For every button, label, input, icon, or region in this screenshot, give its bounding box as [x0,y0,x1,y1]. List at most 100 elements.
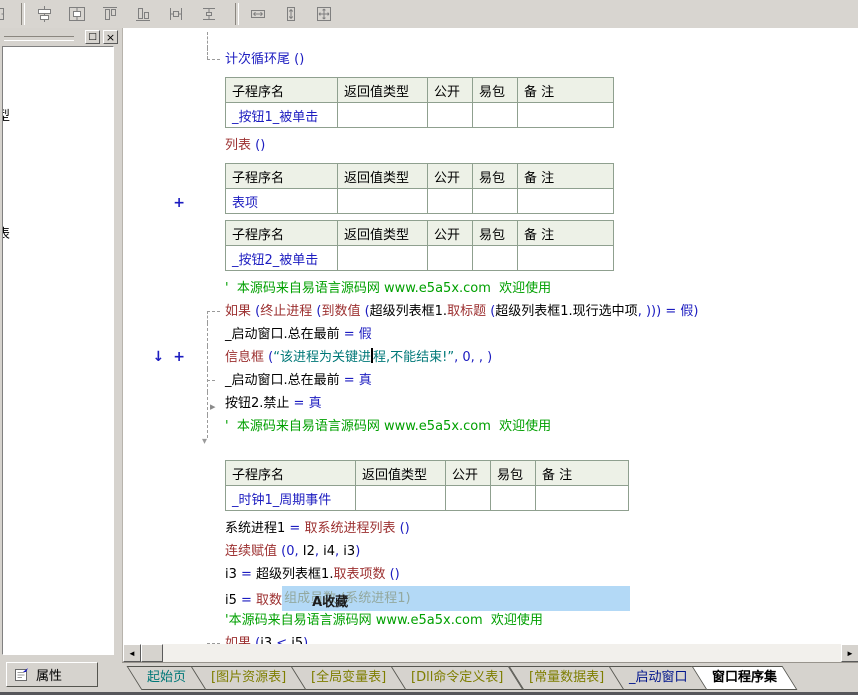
code-text: '本源码来自易语言源码网 www.e5a5x.com 欢迎使用 [225,609,543,632]
table-cell[interactable] [338,103,428,128]
clipped-icon[interactable] [0,2,13,26]
table-cell[interactable] [356,486,446,511]
tree-spacer [199,563,225,586]
space-evenly-vertical-icon[interactable] [196,2,222,26]
tree-line [199,415,225,438]
scroll-right-icon[interactable]: ► [841,644,858,662]
code-segment: , [315,544,323,559]
tree-spacer: ▾ [199,438,225,454]
close-icon[interactable]: × [103,30,118,44]
code-segment: ' 本源码来自易语言源码网 www.e5a5x.com 欢迎使用 [225,419,551,434]
bottom-tab[interactable]: [Dll命令定义表] [391,666,524,690]
same-size-icon[interactable] [311,2,337,26]
table-cell[interactable]: 表项 [226,189,338,214]
code-line[interactable]: ▸按钮2.禁止 = 真 [123,392,858,415]
same-height-icon[interactable] [278,2,304,26]
table-cell[interactable] [428,103,473,128]
code-segment: 取数 [256,593,282,608]
list-item[interactable]: 型 [2,105,10,124]
horizontal-scrollbar[interactable]: ◄ ► [123,644,858,662]
tree-line: ▸ [199,392,225,415]
code-line[interactable]: '本源码来自易语言源码网 www.e5a5x.com 欢迎使用 [123,609,858,632]
table-cell[interactable]: _时钟1_周期事件 [226,486,356,511]
code-segment: () [255,138,265,153]
properties-button[interactable]: 属性 [6,662,98,687]
space-evenly-horizontal-icon[interactable] [163,2,189,26]
code-area[interactable]: 计次循环尾 ()子程序名返回值类型公开易包备 注_按钮1_被单击列表 ()+子程… [123,28,858,644]
code-line[interactable]: 连续赋值 (0, I2, i4, i3) [123,540,858,563]
code-segment: ' 本源码来自易语言源码网 www.e5a5x.com 欢迎使用 [225,281,551,296]
align-top-icon[interactable] [97,2,123,26]
code-segment: 取标题 [447,304,490,319]
table-cell[interactable] [446,486,491,511]
panel-drag-grip[interactable] [4,36,74,41]
code-line[interactable]: 如果 (终止进程 (到数值 (超级列表框1.取标题 (超级列表框1.现行选中项,… [123,300,858,323]
table-cell[interactable] [518,103,614,128]
left-dock-panel: □ × 型表 [0,28,122,658]
table-cell[interactable] [428,189,473,214]
code-segment: 如果 [225,636,255,644]
code-line[interactable]: 如果 (i3 < i5) [123,632,858,644]
same-width-icon[interactable] [245,2,271,26]
code-segment: 程,不能结束!” [373,350,454,365]
center-in-window-icon[interactable] [64,2,90,26]
table-cell[interactable] [473,103,518,128]
table-header-cell: 备 注 [518,78,614,103]
align-center-vertical-icon[interactable] [31,2,57,26]
code-text: 系统进程1 = 取系统进程列表 () [225,517,410,540]
table-header-cell: 子程序名 [226,461,356,486]
code-line[interactable]: _启动窗口.总在最前 = 假 [123,323,858,346]
table-cell[interactable] [338,246,428,271]
code-segment: = [241,567,256,582]
tree-end-row: ▾ [123,438,858,454]
maximize-icon[interactable]: □ [85,30,100,44]
code-segment: 按钮2.禁止 [225,396,294,411]
table-cell[interactable]: _按钮1_被单击 [226,103,338,128]
code-line[interactable]: _启动窗口.总在最前 = 真 [123,369,858,392]
fold-expand-icon[interactable]: + [173,192,185,214]
bottom-tab[interactable]: [常量数据表] [508,666,624,690]
code-segment: 真 [359,373,372,388]
table-cell[interactable] [518,189,614,214]
table-cell[interactable] [518,246,614,271]
table-cell[interactable] [536,486,629,511]
scrollbar-thumb[interactable] [141,644,163,662]
table-row: _按钮1_被单击 [226,103,614,128]
bottom-tab[interactable]: [图片资源表] [191,666,307,690]
bottom-tab[interactable]: [全局变量表] [291,666,407,690]
code-line[interactable]: i5 = 取数组成员数 (系统进程1)A收藏 [123,586,858,609]
code-line[interactable]: 系统进程1 = 取系统进程列表 () [123,517,858,540]
bottom-tab[interactable]: 窗口程序集 [692,666,798,690]
table-cell[interactable] [428,246,473,271]
code-line[interactable]: ↓+信息框 (“该进程为关键进程,不能结束!”, 0, , ) [123,346,858,369]
panel-titlebar[interactable]: □ × [0,28,122,46]
fold-expand-icon[interactable]: + [173,346,185,369]
table-cell[interactable] [473,246,518,271]
table-header-cell: 易包 [473,78,518,103]
list-item[interactable]: 表 [2,223,10,242]
code-line[interactable]: i3 = 超级列表框1.取表项数 () [123,563,858,586]
table-header-cell: 易包 [491,461,536,486]
table-header-cell: 子程序名 [226,164,338,189]
table-cell[interactable] [491,486,536,511]
code-line[interactable]: ' 本源码来自易语言源码网 www.e5a5x.com 欢迎使用 [123,277,858,300]
scrollbar-track[interactable] [163,644,841,662]
tree-spacer [199,163,225,214]
code-editor: 计次循环尾 ()子程序名返回值类型公开易包备 注_按钮1_被单击列表 ()+子程… [122,28,858,662]
table-cell[interactable] [338,189,428,214]
tree-spacer [199,220,225,271]
table-cell[interactable]: _按钮2_被单击 [226,246,338,271]
tree-spacer [199,517,225,540]
scroll-left-icon[interactable]: ◄ [123,644,141,662]
table-cell[interactable] [473,189,518,214]
align-bottom-icon[interactable] [130,2,156,26]
tree-line [199,369,225,392]
code-segment: 假 [359,327,372,342]
jump-marker-icon[interactable]: ↓ [153,346,165,369]
code-line[interactable]: 计次循环尾 () [123,48,858,71]
code-line[interactable]: ' 本源码来自易语言源码网 www.e5a5x.com 欢迎使用 [123,415,858,438]
component-list[interactable]: 型表 [2,46,114,655]
toolbar-separator [235,3,239,25]
code-segment: “该进程为关键进 [273,350,371,365]
code-line[interactable]: 列表 () [123,134,858,157]
